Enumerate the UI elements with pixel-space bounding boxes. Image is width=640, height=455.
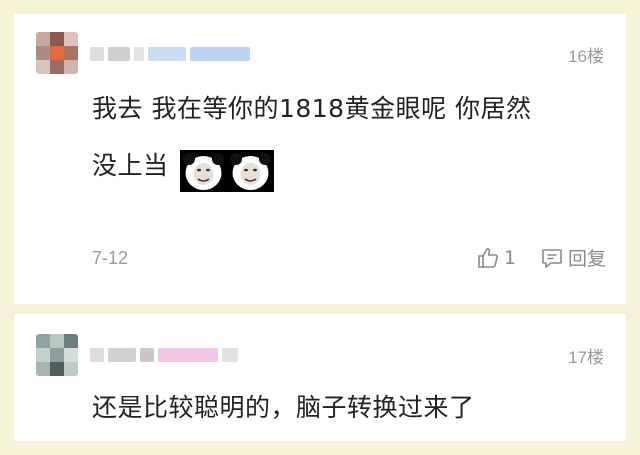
like-button[interactable]: 1 — [476, 246, 516, 270]
username-blurred[interactable] — [90, 342, 238, 368]
comment-text-line1: 还是比较聪明的，脑子转换过来了 — [92, 393, 475, 422]
sticker-group — [180, 150, 274, 192]
comment-text-line1: 我去 我在等你的1818黄金眼呢 你居然 — [92, 94, 532, 123]
panda-meme-sticker — [181, 151, 226, 191]
comment-card-17: 17楼 还是比较聪明的，脑子转换过来了 — [14, 314, 626, 441]
thumbs-up-icon — [478, 247, 498, 268]
username-blurred[interactable] — [90, 41, 250, 67]
floor-number: 16楼 — [568, 47, 604, 66]
like-count: 1 — [503, 246, 516, 269]
avatar[interactable] — [36, 32, 78, 74]
comment-text-line2: 没上当 — [92, 151, 169, 180]
avatar[interactable] — [36, 334, 78, 376]
comment-actions: 1 回复 — [452, 244, 606, 271]
comment-date: 7-12 — [92, 248, 129, 268]
comment-bubble-icon — [542, 248, 562, 268]
reply-button[interactable]: 回复 — [540, 244, 606, 271]
reply-label: 回复 — [567, 248, 606, 270]
floor-number: 17楼 — [568, 348, 604, 367]
panda-meme-sticker — [228, 151, 273, 191]
comment-card-16: 16楼 我去 我在等你的1818黄金眼呢 你居然 没上当 7-12 1 回复 — [14, 14, 626, 304]
